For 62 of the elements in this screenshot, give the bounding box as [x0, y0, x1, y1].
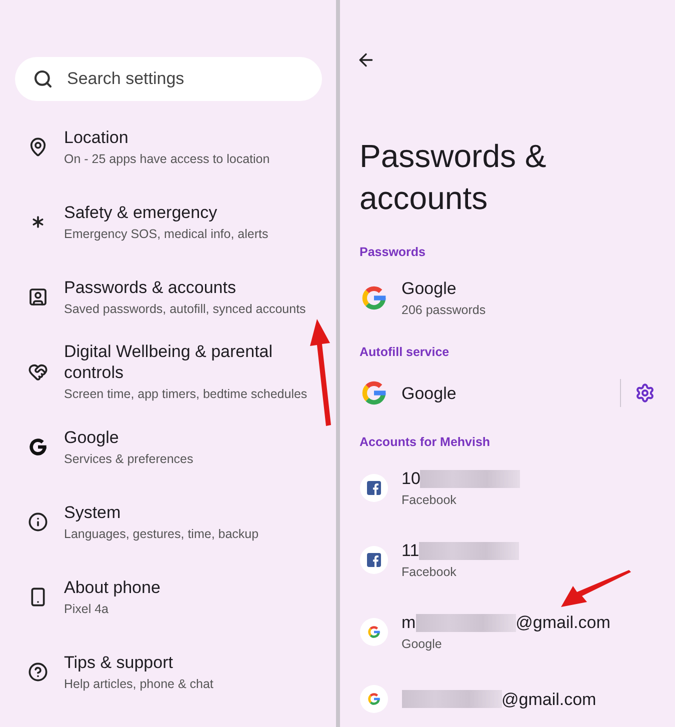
item-subtitle: Pixel 4a [64, 600, 110, 616]
row-title: Google [402, 278, 456, 299]
item-title: Tips & support [64, 652, 174, 672]
location-pin-icon [28, 136, 48, 156]
item-title: Digital Wellbeing & parental controls [64, 341, 274, 383]
google-logo-icon [360, 379, 388, 407]
settings-item[interactable]: Google Services & preferences [0, 409, 336, 484]
account-row[interactable]: m @gmail.com Google [340, 599, 675, 665]
settings-item[interactable]: Digital Wellbeing & parental controls Screen time, app timers, bedtime schedules [0, 334, 336, 409]
item-subtitle: Emergency SOS, medical info, alerts [64, 226, 268, 242]
item-subtitle: Help articles, phone & chat [64, 676, 214, 692]
item-title: Google [64, 426, 120, 448]
item-title: System [64, 502, 122, 522]
row-subtitle: Google [402, 636, 443, 652]
info-icon [28, 512, 48, 532]
search-field[interactable]: Search settings [15, 57, 322, 101]
account-row[interactable]: 10 Facebook [340, 455, 675, 521]
item-subtitle: Saved passwords, autofill, synced accounts [64, 300, 306, 316]
google-logo-icon [366, 692, 380, 706]
settings-item[interactable]: Location On - 25 apps have access to location [0, 109, 336, 184]
item-title: Location [64, 126, 130, 148]
settings-button[interactable] [635, 383, 655, 403]
help-icon [28, 662, 48, 682]
row-title: Google [402, 382, 456, 404]
item-subtitle: On - 25 apps have access to location [64, 150, 270, 166]
item-title: Safety & emergency [64, 202, 218, 222]
settings-item[interactable]: Safety & emergency Emergency SOS, medical info, alerts [0, 184, 336, 259]
facebook-logo-icon [366, 553, 380, 567]
settings-item[interactable]: System Languages, gestures, time, backup [0, 484, 336, 559]
account-row[interactable]: Google [340, 365, 675, 421]
item-subtitle: Screen time, app timers, bedtime schedules [64, 386, 308, 402]
settings-item[interactable]: Tips & support Help articles, phone & chat [0, 634, 336, 709]
item-subtitle: Languages, gestures, time, backup [64, 526, 259, 542]
account-row[interactable]: 11 Facebook [340, 527, 675, 593]
section-header: Passwords [360, 245, 427, 259]
row-title: 10 [402, 468, 420, 489]
row-subtitle: Facebook [402, 492, 458, 508]
search-input[interactable]: Search settings [65, 68, 304, 90]
settings-item[interactable]: About phone Pixel 4a [0, 559, 336, 634]
settings-item[interactable]: Passwords & accounts Saved passwords, autofill, synced accounts [0, 259, 336, 334]
row-title: 11 [402, 540, 420, 561]
section-header: Accounts for Mehvish [360, 435, 492, 449]
account-row[interactable]: @gmail.com [340, 671, 675, 727]
facebook-logo-icon [366, 481, 380, 495]
account-row[interactable]: Google 206 passwords [340, 265, 675, 331]
google-logo-icon [360, 284, 388, 312]
heart-hand-icon [28, 362, 48, 382]
row-title: @gmail.com [502, 688, 596, 710]
item-title: About phone [64, 576, 160, 598]
row-title: @gmail.com [516, 612, 610, 633]
g-letter-icon [28, 436, 48, 456]
row-subtitle: Facebook [402, 564, 458, 580]
google-logo-icon [366, 625, 380, 639]
annotation-arrow [560, 570, 632, 608]
section-header: Autofill service [360, 345, 450, 359]
row-title: m [402, 612, 416, 633]
person-card-icon [28, 286, 48, 306]
item-subtitle: Services & preferences [64, 450, 194, 466]
page-title: Passwords & accounts [360, 137, 548, 218]
row-subtitle: 206 passwords [402, 302, 486, 318]
item-title: Passwords & accounts [64, 276, 237, 298]
search-icon [33, 69, 53, 89]
